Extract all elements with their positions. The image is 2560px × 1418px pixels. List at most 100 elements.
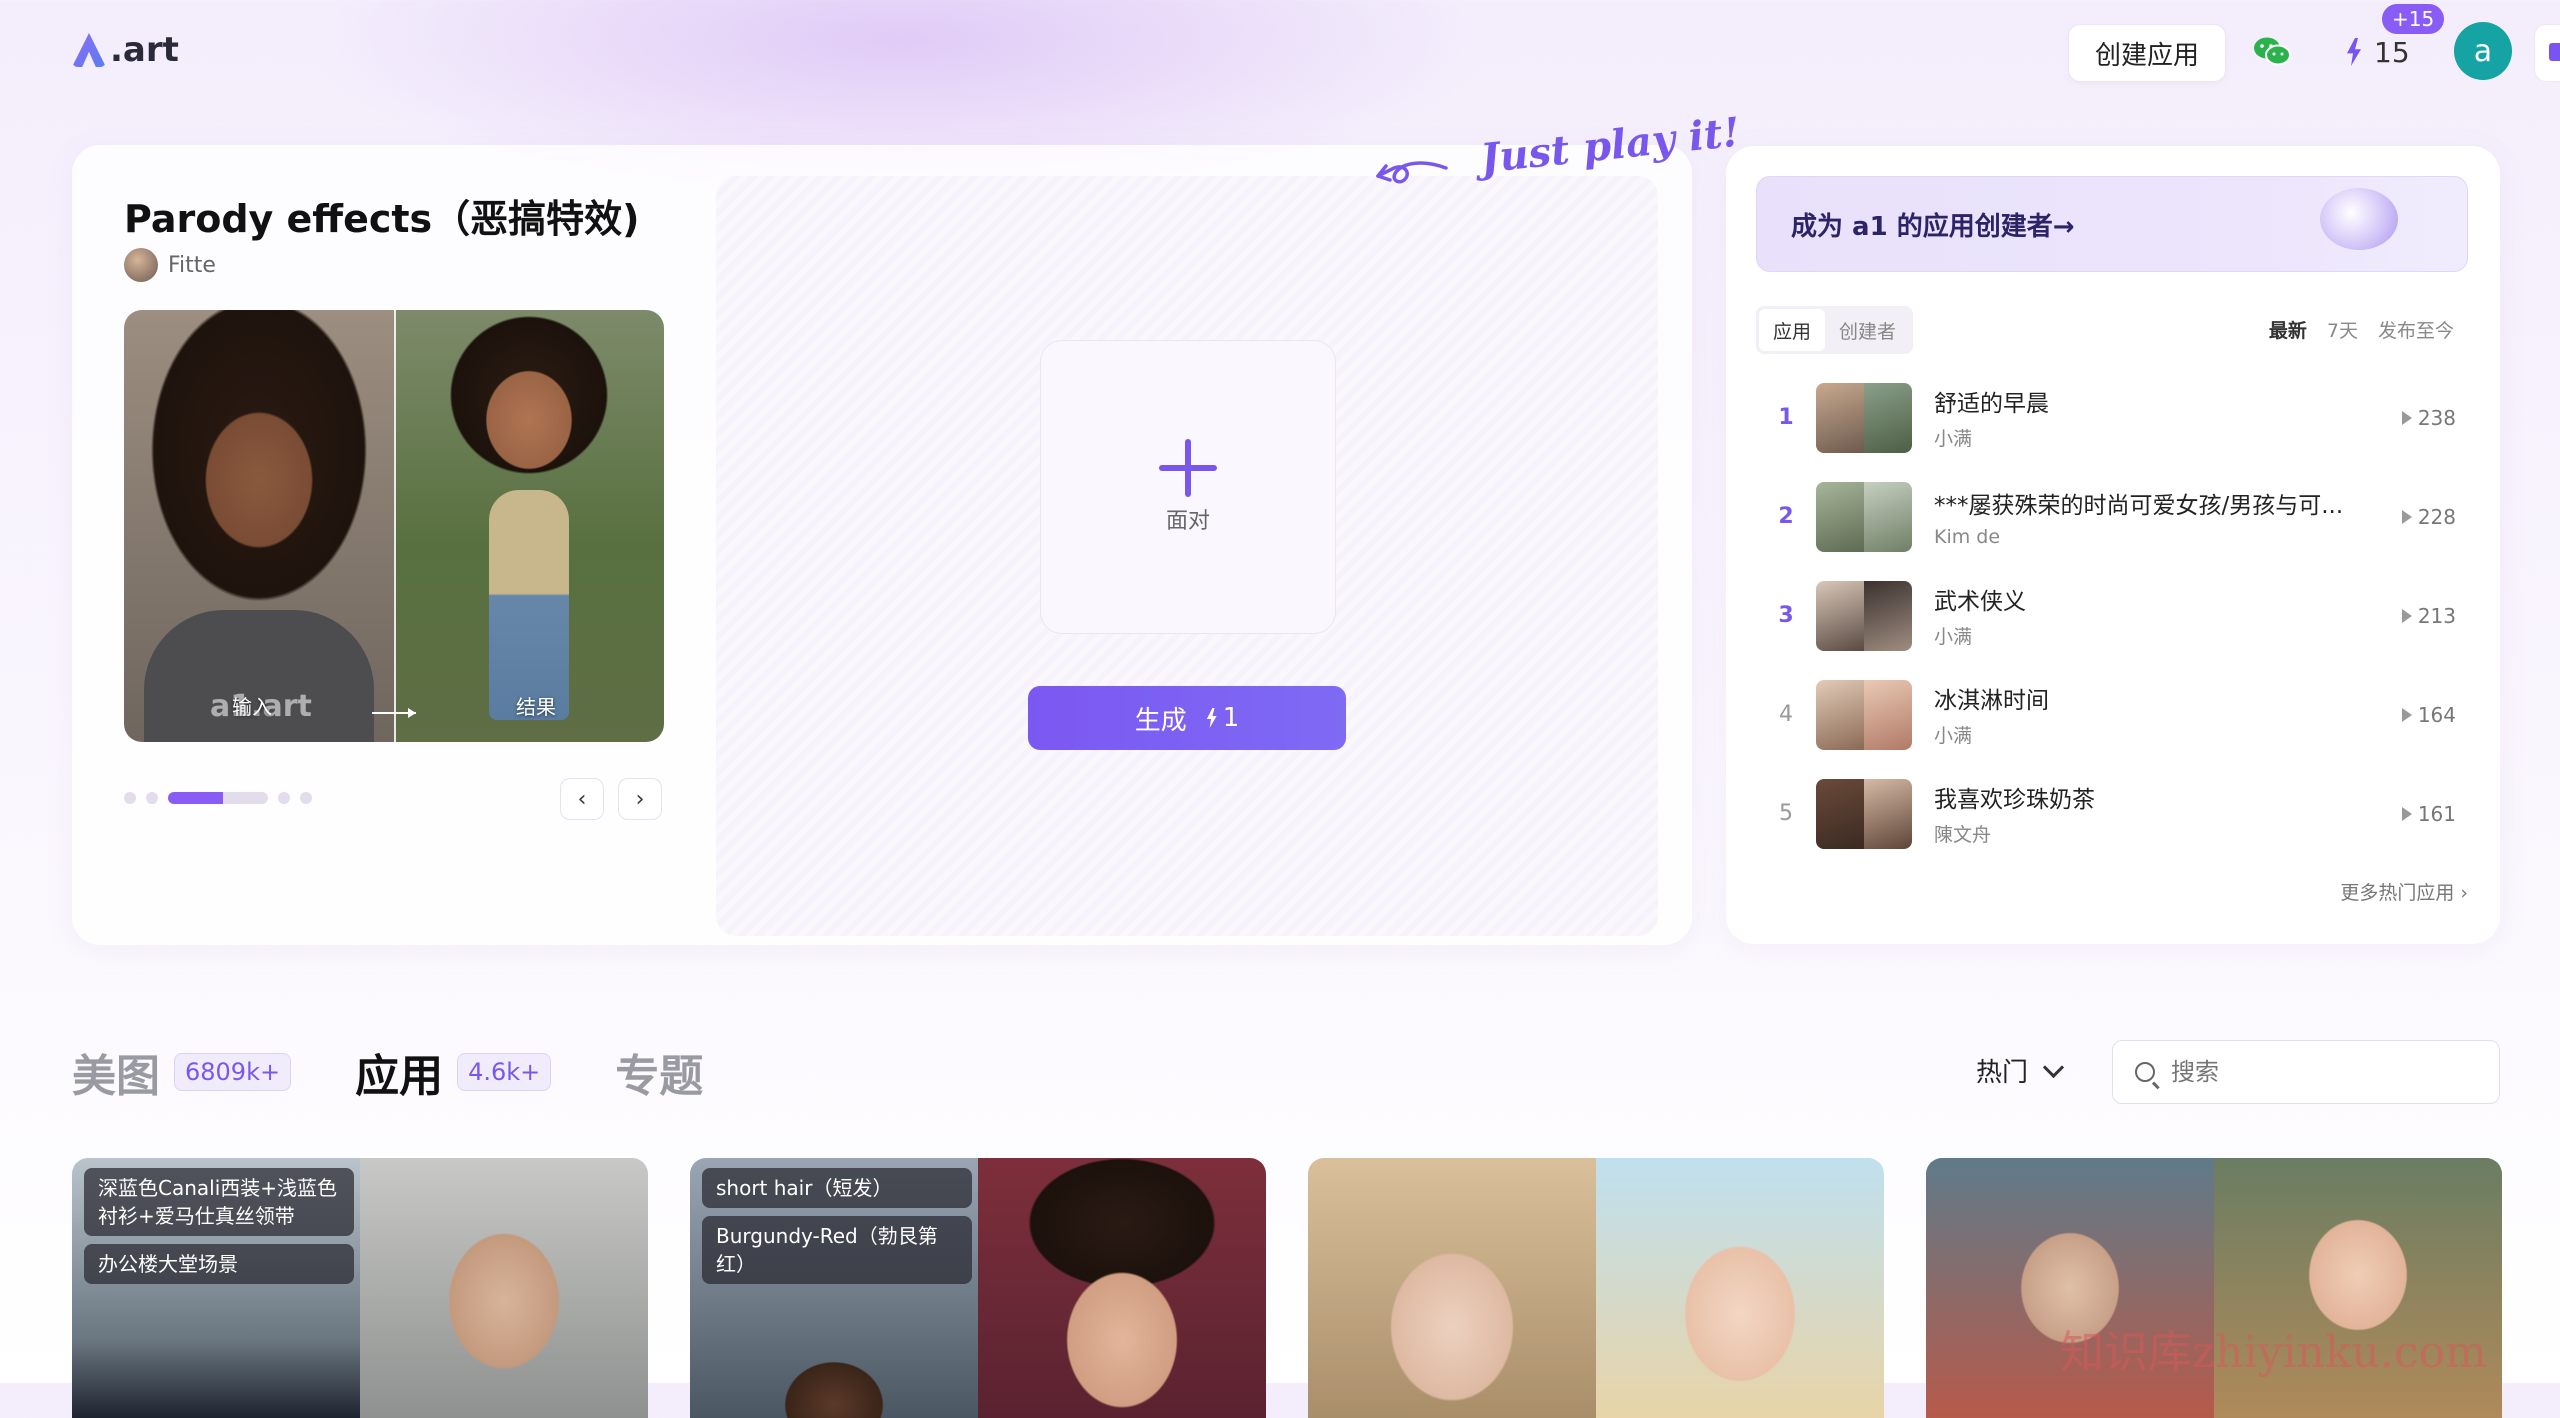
rank-author: 小满	[1934, 626, 1973, 648]
tab-creators[interactable]: 创建者	[1825, 309, 1910, 351]
play-icon	[2401, 509, 2412, 524]
rank-plays-value: 164	[2417, 702, 2456, 727]
author-avatar	[124, 248, 158, 282]
gallery-tag: 深蓝色Canali西装+浅蓝色衬衫+爱马仕真丝领带	[84, 1168, 354, 1236]
tab-apps[interactable]: 应用	[1759, 309, 1826, 351]
rank-number: 2	[1778, 504, 1794, 529]
preview-result-label: 结果	[516, 695, 556, 719]
rank-plays: 228	[2401, 505, 2456, 529]
credits-counter[interactable]: 15	[2344, 30, 2410, 74]
filter-7days[interactable]: 7天	[2327, 316, 2358, 343]
carousel-dots	[124, 792, 312, 804]
rank-title: 冰淇淋时间	[1934, 688, 2049, 714]
search-input[interactable]	[2169, 1057, 2473, 1087]
generate-cost-value: 1	[1222, 703, 1240, 733]
preview-input-label: 输入	[232, 695, 272, 719]
app-author[interactable]: Fitte	[124, 248, 216, 282]
carousel-next-button[interactable]: ›	[618, 778, 662, 820]
rank-number: 5	[1779, 801, 1793, 826]
apps-count-badge: 4.6k+	[457, 1053, 552, 1091]
logo[interactable]: .art	[72, 28, 179, 72]
rank-plays-value: 238	[2417, 405, 2456, 430]
credits-value: 15	[2374, 35, 2410, 69]
preview-input-photo	[124, 310, 394, 742]
rank-number: 3	[1778, 603, 1794, 628]
create-app-button[interactable]: 创建应用	[2068, 24, 2226, 82]
tab-apps-section[interactable]: 应用	[355, 1040, 443, 1104]
arrow-right-icon	[372, 708, 416, 718]
carousel-dot[interactable]	[278, 792, 290, 804]
user-avatar[interactable]: a	[2454, 22, 2512, 80]
rank-thumbnail	[1816, 679, 1912, 750]
ranking-filters: 最新 7天 发布至今	[2269, 316, 2454, 343]
rank-thumbnail	[1816, 481, 1912, 552]
wechat-icon[interactable]	[2250, 30, 2294, 74]
generate-cost: 1	[1205, 703, 1240, 733]
filter-all-time[interactable]: 发布至今	[2378, 316, 2454, 343]
gallery-card[interactable]: 深蓝色Canali西装+浅蓝色衬衫+爱马仕真丝领带 办公楼大堂场景	[72, 1158, 648, 1418]
rank-thumbnail	[1816, 778, 1912, 849]
rank-plays: 238	[2401, 405, 2456, 430]
carousel-dot[interactable]	[124, 792, 136, 804]
notification-icon[interactable]	[2534, 24, 2560, 82]
search-box[interactable]	[2112, 1040, 2500, 1104]
credits-bonus-badge: +15	[2382, 4, 2445, 34]
more-apps-link[interactable]: 更多热门应用 ›	[2340, 878, 2468, 905]
gallery-tags: short hair（短发） Burgundy-Red（勃艮第红）	[702, 1168, 972, 1284]
rank-plays-value: 213	[2417, 603, 2456, 628]
logo-text: .art	[110, 30, 179, 70]
tab-topics[interactable]: 专题	[615, 1040, 703, 1104]
generate-button[interactable]: 生成 1	[1028, 686, 1346, 750]
gallery-tag: 办公楼大堂场景	[84, 1244, 354, 1284]
ranking-tabs: 应用 创建者	[1756, 306, 1914, 354]
gallery-tag: short hair（短发）	[702, 1168, 972, 1208]
rank-author: 小满	[1934, 428, 1973, 450]
ranking-row[interactable]: 1 舒适的早晨 小满 238	[1756, 368, 2468, 467]
preview-result-photo	[394, 310, 664, 742]
gallery-card[interactable]: short hair（短发） Burgundy-Red（勃艮第红）	[690, 1158, 1266, 1418]
filter-latest[interactable]: 最新	[2269, 316, 2307, 343]
rank-plays-value: 161	[2417, 801, 2456, 826]
gallery-card[interactable]	[1308, 1158, 1884, 1418]
ranking-row[interactable]: 2 ***屡获殊荣的时尚可爱女孩/男孩与可... Kim de 228	[1756, 467, 2468, 566]
watermark-text: 知识库zhiyinku.com	[2060, 1327, 2487, 1378]
carousel-dot[interactable]	[146, 792, 158, 804]
sort-label: 热门	[1976, 1058, 2029, 1088]
generate-label: 生成	[1134, 705, 1187, 736]
rank-plays: 213	[2401, 603, 2456, 628]
carousel-prev-button[interactable]: ‹	[560, 778, 604, 820]
rank-title: 我喜欢珍珠奶茶	[1934, 787, 2095, 813]
chevron-down-icon	[2042, 1056, 2065, 1079]
rank-author: 小满	[1934, 725, 1973, 747]
rank-author: Kim de	[1934, 525, 2001, 548]
play-icon	[2401, 608, 2412, 623]
rank-author: 陳文舟	[1934, 824, 1992, 846]
search-icon	[2135, 1062, 2155, 1082]
ranking-row[interactable]: 4 冰淇淋时间 小满 164	[1756, 665, 2468, 764]
plus-icon	[1159, 439, 1217, 497]
upload-face-box[interactable]: 面对	[1040, 340, 1336, 634]
logo-mark-icon	[72, 33, 106, 67]
bolt-icon	[2347, 38, 2361, 66]
rank-plays: 161	[2401, 801, 2456, 826]
play-icon	[2401, 806, 2412, 821]
carousel-dot[interactable]	[300, 792, 312, 804]
bolt-icon	[1206, 708, 1217, 728]
sort-dropdown[interactable]: 热门	[1976, 1052, 2065, 1089]
curved-arrow-icon	[1376, 161, 1448, 184]
preview-image: a1.art 输入 结果	[124, 310, 664, 742]
rank-thumbnail	[1816, 580, 1912, 651]
coin-icon	[2320, 188, 2398, 250]
carousel-dot-active[interactable]	[168, 792, 268, 804]
play-icon	[2401, 707, 2412, 722]
play-icon	[2401, 410, 2412, 425]
tab-gallery[interactable]: 美图	[72, 1040, 160, 1104]
rank-thumbnail	[1816, 382, 1912, 453]
gallery-tags: 深蓝色Canali西装+浅蓝色衬衫+爱马仕真丝领带 办公楼大堂场景	[84, 1168, 354, 1284]
ranking-row[interactable]: 5 我喜欢珍珠奶茶陳文舟 161	[1756, 764, 2468, 863]
rank-plays: 164	[2401, 702, 2456, 727]
rank-title: ***屡获殊荣的时尚可爱女孩/男孩与可...	[1934, 492, 2344, 519]
ranking-list: 1 舒适的早晨 小满 238 2 ***屡获殊荣的时尚可爱女孩/男孩与可... Ki…	[1756, 368, 2468, 863]
ranking-row[interactable]: 3 武术侠义 小满 213	[1756, 566, 2468, 665]
rank-number: 1	[1778, 405, 1794, 430]
